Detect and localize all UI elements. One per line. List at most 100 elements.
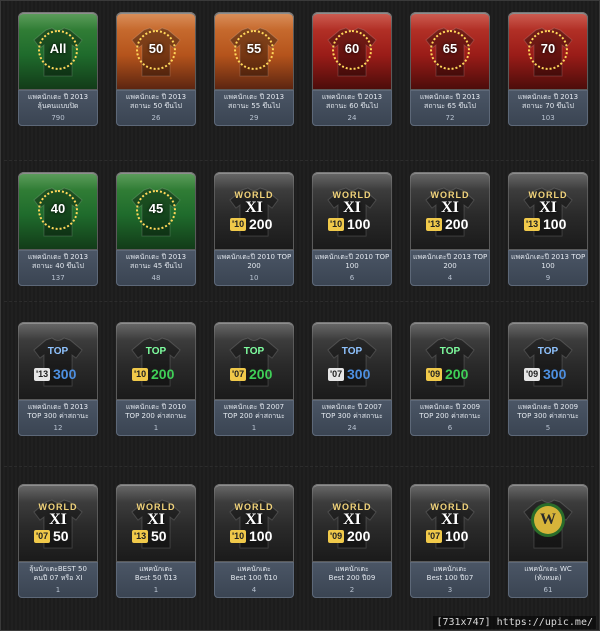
pack-count: 137 [51, 274, 65, 282]
year-tag: '07 [426, 530, 443, 543]
pack-subtitle: สถานะ 50 ขึ้นไป [130, 102, 182, 110]
pack-name: แพคนักเตะปี 2010 TOP [315, 253, 389, 261]
pack-level-label: All [49, 41, 67, 56]
pack-tier-number: 200 [249, 216, 273, 232]
pack-card[interactable]: WORLD XI '09 200 แพคนักเตะ Best 200 ปี09 2 [312, 484, 392, 598]
pack-info: แพคนักเตะ Best 100 ปี07 3 [410, 562, 490, 598]
pack-subtitle: TOP 200 ค่าสถานะ [125, 412, 187, 420]
pack-card[interactable]: 50 แพคนักเตะ ปี 2013 สถานะ 50 ขึ้นไป 26 [116, 12, 196, 126]
pack-count: 5 [545, 424, 551, 432]
pack-art: WORLD XI '10 100 [214, 484, 294, 562]
pack-subtitle: สถานะ 60 ขึ้นไป [326, 102, 378, 110]
pack-card[interactable]: WORLD XI '07 100 แพคนักเตะ Best 100 ปี07 3 [410, 484, 490, 598]
pack-card[interactable]: W แพคนักเตะ WC (ทั้งหมด) 61 [508, 484, 588, 598]
watermark-text: [731x747] https://upic.me/ [433, 616, 596, 629]
pack-card[interactable]: WORLD XI '10 100 แพคนักเตะปี 2010 TOP 100 6 [312, 172, 392, 286]
pack-subtitle: 100 [541, 262, 555, 270]
pack-tier-number: 300 [53, 366, 77, 382]
pack-tier-number: 200 [249, 366, 273, 382]
pack-card[interactable]: WORLD XI '13 50 แพคนักเตะ Best 50 ปี13 1 [116, 484, 196, 598]
pack-card[interactable]: WORLD XI '13 200 แพคนักเตะปี 2013 TOP 200 4 [410, 172, 490, 286]
xi-crest-text: XI [441, 511, 459, 528]
pack-name: แพคนักเตะปี 2010 TOP [217, 253, 291, 261]
pack-name: แพคนักเตะ ปี 2013 [125, 93, 187, 101]
pack-art: All [18, 12, 98, 90]
pack-count: 4 [447, 274, 453, 282]
pack-subtitle: 200 [443, 262, 457, 270]
pack-name: แพคนักเตะปี 2013 TOP [413, 253, 487, 261]
pack-name: แพคนักเตะ ปี 2013 [125, 253, 187, 261]
pack-info: ลุ้นนักเตะBEST 50 คนปี 07 หรือ XI 1 [18, 562, 98, 598]
pack-subtitle: 100 [345, 262, 359, 270]
pack-card[interactable]: 65 แพคนักเตะ ปี 2013 สถานะ 65 ขึ้นไป 72 [410, 12, 490, 126]
pack-count: 1 [153, 424, 159, 432]
year-tag: '13 [524, 218, 541, 231]
pack-tier-number: 100 [445, 528, 469, 544]
pack-subtitle: ลุ้นคนแบบปิด [37, 102, 79, 110]
pack-subtitle: Best 200 ปี09 [328, 574, 376, 582]
pack-level-label: 50 [148, 41, 164, 56]
pack-name: แพคนักเตะปี 2013 TOP [511, 253, 585, 261]
pack-card[interactable]: TOP '10 200 แพคนักเตะ ปี 2010 TOP 200 ค่าสถา… [116, 322, 196, 436]
pack-level-label: 45 [148, 201, 164, 216]
pack-card[interactable]: TOP '07 300 แพคนักเตะ ปี 2007 TOP 300 ค่าสถา… [312, 322, 392, 436]
pack-info: แพคนักเตะปี 2013 TOP 100 9 [508, 250, 588, 286]
pack-subtitle: TOP 200 ค่าสถานะ [419, 412, 481, 420]
pack-subtitle: TOP 300 ค่าสถานะ [517, 412, 579, 420]
xi-crest-text: XI [343, 511, 361, 528]
top-crest-icon: TOP [47, 346, 69, 357]
pack-art: WORLD XI '09 200 [312, 484, 392, 562]
pack-art: W [508, 484, 588, 562]
xi-crest-text: XI [245, 511, 263, 528]
pack-card[interactable]: All แพคนักเตะ ปี 2013 ลุ้นคนแบบปิด 790 [18, 12, 98, 126]
pack-card[interactable]: WORLD XI '10 200 แพคนักเตะปี 2010 TOP 200 10 [214, 172, 294, 286]
pack-count: 4 [251, 586, 257, 594]
pack-name: แพคนักเตะ ปี 2013 [27, 403, 89, 411]
pack-card[interactable]: 45 แพคนักเตะ ปี 2013 สถานะ 45 ขึ้นไป 48 [116, 172, 196, 286]
pack-art: TOP '07 200 [214, 322, 294, 400]
pack-info: แพคนักเตะ ปี 2013 สถานะ 45 ขึ้นไป 48 [116, 250, 196, 286]
year-tag: '13 [426, 218, 443, 231]
pack-count: 29 [249, 114, 259, 122]
pack-card[interactable]: TOP '13 300 แพคนักเตะ ปี 2013 TOP 300 ค่าสถา… [18, 322, 98, 436]
pack-name: แพคนักเตะ ปี 2013 [27, 93, 89, 101]
pack-card[interactable]: 40 แพคนักเตะ ปี 2013 สถานะ 40 ขึ้นไป 137 [18, 172, 98, 286]
top-crest-icon: TOP [341, 346, 363, 357]
pack-level-label: 65 [442, 41, 458, 56]
pack-name: แพคนักเตะ WC [524, 565, 572, 573]
pack-level-label: 55 [246, 41, 262, 56]
pack-subtitle: Best 50 ปี13 [134, 574, 178, 582]
pack-card[interactable]: WORLD XI '13 100 แพคนักเตะปี 2013 TOP 100 9 [508, 172, 588, 286]
pack-tier-number: 100 [347, 216, 371, 232]
pack-name: ลุ้นนักเตะBEST 50 [29, 565, 87, 573]
pack-info: แพคนักเตะ ปี 2009 TOP 200 ค่าสถานะ 6 [410, 400, 490, 436]
pack-card[interactable]: TOP '09 200 แพคนักเตะ ปี 2009 TOP 200 ค่าสถา… [410, 322, 490, 436]
pack-card[interactable]: WORLD XI '07 50 ลุ้นนักเตะBEST 50 คนปี 07 หรื… [18, 484, 98, 598]
pack-count: 10 [249, 274, 259, 282]
pack-name: แพคนักเตะ ปี 2013 [27, 253, 89, 261]
pack-count: 24 [347, 114, 357, 122]
pack-art: 70 [508, 12, 588, 90]
pack-count: 1 [55, 586, 61, 594]
pack-info: แพคนักเตะปี 2010 TOP 200 10 [214, 250, 294, 286]
pack-subtitle: สถานะ 70 ขึ้นไป [522, 102, 574, 110]
pack-card[interactable]: WORLD XI '10 100 แพคนักเตะ Best 100 ปี10 4 [214, 484, 294, 598]
pack-card[interactable]: TOP '07 200 แพคนักเตะ ปี 2007 TOP 200 ค่าสถา… [214, 322, 294, 436]
pack-card[interactable]: 70 แพคนักเตะ ปี 2013 สถานะ 70 ขึ้นไป 103 [508, 12, 588, 126]
pack-card[interactable]: 55 แพคนักเตะ ปี 2013 สถานะ 55 ขึ้นไป 29 [214, 12, 294, 126]
row-divider [4, 301, 594, 302]
pack-subtitle: (ทั้งหมด) [534, 574, 562, 582]
pack-art: TOP '09 300 [508, 322, 588, 400]
pack-art: WORLD XI '07 50 [18, 484, 98, 562]
top-crest-icon: TOP [145, 346, 167, 357]
pack-tier-number: 50 [151, 528, 167, 544]
pack-info: แพคนักเตะ ปี 2013 สถานะ 50 ขึ้นไป 26 [116, 90, 196, 126]
pack-subtitle: คนปี 07 หรือ XI [33, 574, 83, 582]
xi-crest-text: XI [147, 511, 165, 528]
pack-name: แพคนักเตะ ปี 2009 [419, 403, 481, 411]
pack-count: 61 [543, 586, 553, 594]
pack-tier-number: 200 [151, 366, 175, 382]
pack-card[interactable]: 60 แพคนักเตะ ปี 2013 สถานะ 60 ขึ้นไป 24 [312, 12, 392, 126]
xi-crest-text: XI [49, 511, 67, 528]
pack-card[interactable]: TOP '09 300 แพคนักเตะ ปี 2009 TOP 300 ค่าสถา… [508, 322, 588, 436]
